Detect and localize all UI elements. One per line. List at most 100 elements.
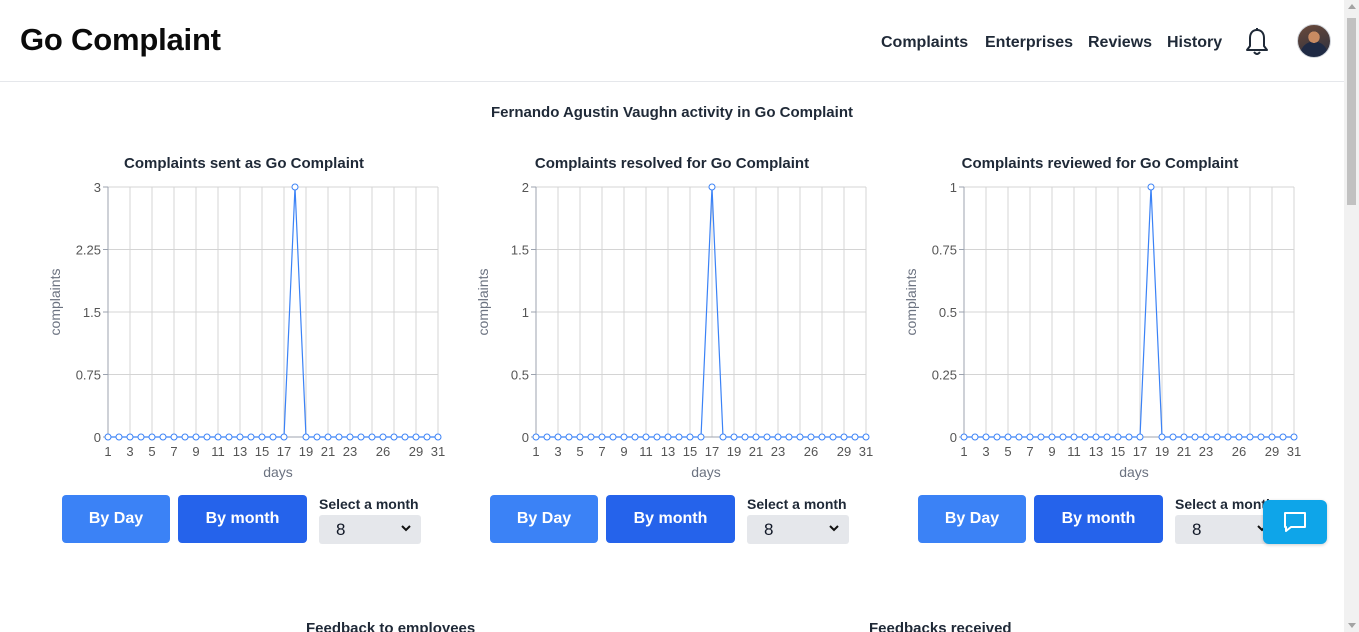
month-select[interactable]: 8 <box>747 515 849 544</box>
data-point <box>368 433 376 441</box>
data-point <box>269 433 277 441</box>
month-select-value: 8 <box>764 520 774 539</box>
nav-link-enterprises[interactable]: Enterprises <box>985 34 1073 52</box>
data-point <box>1059 433 1067 441</box>
data-point <box>631 433 639 441</box>
month-select-value: 8 <box>336 520 346 539</box>
by-day-button[interactable]: By Day <box>62 495 170 543</box>
x-tick-label: 3 <box>126 444 133 459</box>
by-month-button[interactable]: By month <box>1034 495 1163 543</box>
x-tick-label: 13 <box>1089 444 1103 459</box>
data-point <box>1202 433 1210 441</box>
x-tick-label: 19 <box>299 444 313 459</box>
x-tick-label: 31 <box>431 444 445 459</box>
data-point <box>796 433 804 441</box>
data-point <box>148 433 156 441</box>
data-point <box>1246 433 1254 441</box>
data-point <box>543 433 551 441</box>
x-tick-label: 17 <box>1133 444 1147 459</box>
by-month-button[interactable]: By month <box>606 495 735 543</box>
month-select[interactable]: 8 <box>1175 515 1277 544</box>
x-tick-label: 3 <box>982 444 989 459</box>
scroll-down-arrow-icon[interactable] <box>1348 623 1356 628</box>
data-point <box>960 433 968 441</box>
y-tick-label: 0.5 <box>939 305 957 320</box>
data-point <box>225 433 233 441</box>
data-point <box>807 433 815 441</box>
data-point <box>1136 433 1144 441</box>
data-point <box>971 433 979 441</box>
x-tick-label: 11 <box>639 444 653 459</box>
x-tick-label: 19 <box>1155 444 1169 459</box>
data-point <box>159 433 167 441</box>
x-tick-label: 15 <box>1111 444 1125 459</box>
data-point <box>1279 433 1287 441</box>
data-point <box>126 433 134 441</box>
data-point <box>642 433 650 441</box>
page-scrollbar[interactable] <box>1344 0 1359 632</box>
data-point <box>258 433 266 441</box>
chart-title-sent: Complaints sent as Go Complaint <box>123 155 365 172</box>
month-select[interactable]: 8 <box>319 515 421 544</box>
x-tick-label: 15 <box>683 444 697 459</box>
data-point <box>675 433 683 441</box>
x-tick-label: 7 <box>1026 444 1033 459</box>
data-point <box>993 433 1001 441</box>
data-point <box>763 433 771 441</box>
x-tick-label: 11 <box>1067 444 1081 459</box>
by-month-button[interactable]: By month <box>178 495 307 543</box>
x-tick-label: 7 <box>170 444 177 459</box>
chart-complaints-resolved: 00.511.521 3 5 7 9 11 13 15 17 19 21 23 26 29 31daysco… <box>475 180 873 480</box>
x-tick-label: 19 <box>727 444 741 459</box>
scroll-thumb[interactable] <box>1347 18 1356 205</box>
data-point <box>829 433 837 441</box>
nav-link-reviews[interactable]: Reviews <box>1088 34 1152 52</box>
x-tick-label: 5 <box>1004 444 1011 459</box>
select-month-label: Select a month <box>747 496 847 512</box>
scroll-up-arrow-icon[interactable] <box>1348 4 1356 9</box>
data-point <box>423 433 431 441</box>
data-point <box>1224 433 1232 441</box>
bell-icon[interactable] <box>1244 27 1270 57</box>
data-point <box>818 433 826 441</box>
data-point <box>532 433 540 441</box>
data-point <box>1147 183 1155 191</box>
nav-link-complaints[interactable]: Complaints <box>881 34 968 52</box>
data-point <box>774 433 782 441</box>
data-point <box>401 433 409 441</box>
month-select-value: 8 <box>1192 520 1202 539</box>
x-tick-label: 13 <box>661 444 675 459</box>
x-tick-label: 29 <box>837 444 851 459</box>
x-tick-label: 1 <box>104 444 111 459</box>
nav-link-history[interactable]: History <box>1167 34 1222 52</box>
x-tick-label: 9 <box>192 444 199 459</box>
data-point <box>1037 433 1045 441</box>
chat-button[interactable] <box>1263 500 1327 544</box>
data-point <box>653 433 661 441</box>
y-tick-label: 0 <box>94 430 101 445</box>
chevron-down-icon <box>401 525 411 532</box>
data-point <box>785 433 793 441</box>
chart-title-resolved: Complaints resolved for Go Complaint <box>534 155 810 172</box>
x-tick-label: 11 <box>211 444 225 459</box>
data-point <box>1103 433 1111 441</box>
by-day-button[interactable]: By Day <box>918 495 1026 543</box>
top-navbar: Go Complaint Complaints Enterprises Revi… <box>0 0 1344 82</box>
x-tick-label: 23 <box>1199 444 1213 459</box>
data-point <box>609 433 617 441</box>
data-point <box>741 433 749 441</box>
x-tick-label: 26 <box>1232 444 1246 459</box>
data-point <box>587 433 595 441</box>
data-point <box>1048 433 1056 441</box>
data-point <box>1004 433 1012 441</box>
brand-logo-text[interactable]: Go Complaint <box>20 22 221 58</box>
avatar[interactable] <box>1297 24 1331 58</box>
data-point <box>554 433 562 441</box>
section-title-feedback-to-employees: Feedback to employees <box>306 620 476 632</box>
by-day-button[interactable]: By Day <box>490 495 598 543</box>
x-tick-label: 1 <box>960 444 967 459</box>
data-point <box>247 433 255 441</box>
data-point <box>203 433 211 441</box>
data-point <box>862 433 870 441</box>
page-title: Fernando Agustin Vaughn activity in Go C… <box>491 104 853 121</box>
